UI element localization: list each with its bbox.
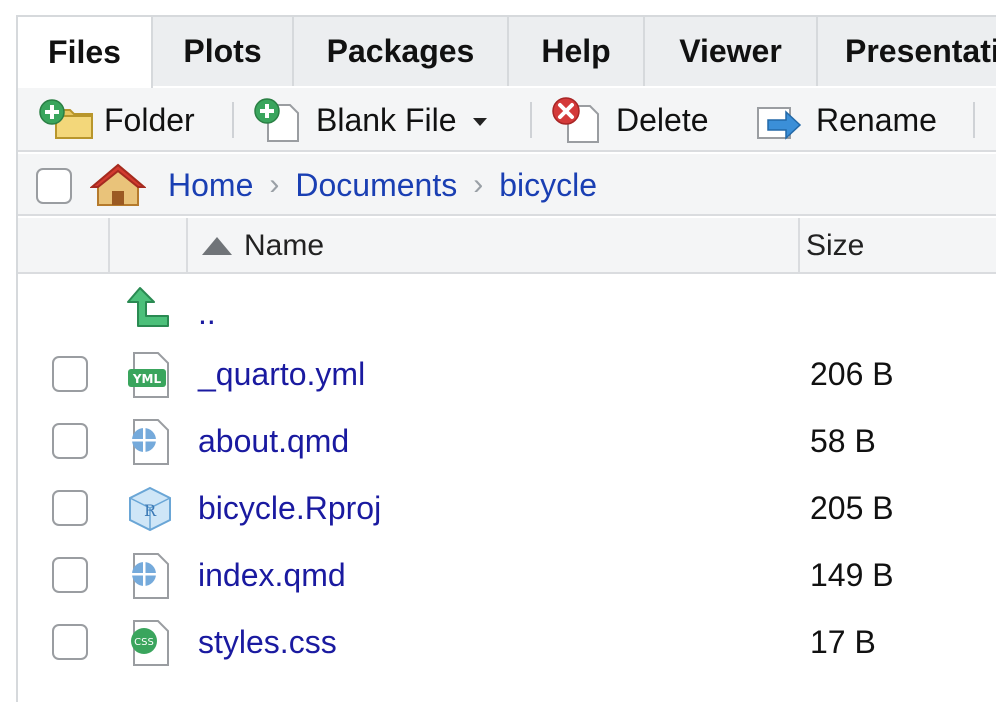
file-list-header: Name Size: [18, 218, 996, 274]
chevron-down-icon: [472, 118, 487, 126]
tab-bar: Files Plots Packages Help Viewer Present…: [18, 17, 996, 88]
file-checkbox[interactable]: [52, 356, 88, 392]
quarto-file-icon: [132, 553, 169, 599]
tab-viewer[interactable]: Viewer: [645, 17, 818, 86]
tab-presentation[interactable]: Presentation: [818, 17, 996, 86]
chevron-right-icon: ›: [269, 168, 280, 201]
breadcrumb-bar: Home › Documents › bicycle: [18, 154, 996, 216]
parent-directory-link[interactable]: ..: [198, 280, 216, 347]
home-icon[interactable]: [90, 161, 146, 209]
new-folder-icon: [39, 99, 93, 139]
file-size: 205 B: [810, 490, 894, 526]
column-header-name[interactable]: Name: [202, 218, 324, 274]
file-row[interactable]: about.qmd 58 B: [18, 408, 996, 475]
parent-directory-icon: [127, 287, 169, 327]
file-row[interactable]: YML _quarto.yml 206 B: [18, 341, 996, 408]
file-link[interactable]: bicycle.Rproj: [198, 475, 381, 542]
file-row[interactable]: index.qmd 149 B: [18, 542, 996, 609]
svg-text:R: R: [144, 501, 157, 520]
file-checkbox[interactable]: [52, 490, 88, 526]
file-link[interactable]: index.qmd: [198, 542, 346, 609]
column-divider: [186, 218, 188, 274]
files-toolbar: Folder Blank File Delete Rename: [18, 88, 996, 152]
file-size: 58 B: [810, 423, 876, 459]
toolbar-separator: [530, 102, 532, 138]
select-all-checkbox[interactable]: [36, 168, 72, 204]
file-row[interactable]: CSS styles.css 17 B: [18, 609, 996, 676]
file-row[interactable]: R bicycle.Rproj 205 B: [18, 475, 996, 542]
new-folder-button[interactable]: Folder: [38, 88, 195, 152]
tab-files[interactable]: Files: [18, 17, 153, 88]
file-checkbox[interactable]: [52, 624, 88, 660]
chevron-right-icon: ›: [473, 168, 484, 201]
column-divider: [798, 218, 800, 274]
delete-icon: [552, 97, 599, 143]
file-link[interactable]: about.qmd: [198, 408, 349, 475]
tab-help[interactable]: Help: [509, 17, 645, 86]
svg-text:CSS: CSS: [134, 637, 154, 648]
file-checkbox[interactable]: [52, 423, 88, 459]
rename-button[interactable]: Rename: [752, 88, 937, 152]
toolbar-separator: [232, 102, 234, 138]
column-divider: [108, 218, 110, 274]
rename-icon: [757, 107, 802, 140]
yml-file-icon: YML: [128, 352, 169, 398]
tab-packages[interactable]: Packages: [294, 17, 509, 86]
sort-ascending-icon: [202, 237, 232, 255]
file-size: 17 B: [810, 624, 876, 660]
tab-plots[interactable]: Plots: [153, 17, 294, 86]
rproj-file-icon: R: [129, 486, 171, 532]
parent-directory-row[interactable]: ..: [18, 274, 996, 341]
quarto-file-icon: [132, 419, 169, 465]
files-pane: Files Plots Packages Help Viewer Present…: [16, 15, 996, 702]
file-link[interactable]: styles.css: [198, 609, 337, 676]
breadcrumb: Home › Documents › bicycle: [168, 154, 597, 216]
breadcrumb-home[interactable]: Home: [168, 167, 253, 204]
file-size: 206 B: [810, 356, 894, 392]
column-header-size[interactable]: Size: [806, 218, 864, 274]
blank-file-button[interactable]: Blank File: [252, 88, 487, 152]
new-blank-file-icon: [254, 98, 299, 142]
css-file-icon: CSS: [131, 620, 169, 666]
file-link[interactable]: _quarto.yml: [198, 341, 365, 408]
delete-button[interactable]: Delete: [548, 88, 709, 152]
toolbar-separator: [973, 102, 975, 138]
breadcrumb-documents[interactable]: Documents: [295, 167, 457, 204]
file-size: 149 B: [810, 557, 894, 593]
file-checkbox[interactable]: [52, 557, 88, 593]
breadcrumb-bicycle[interactable]: bicycle: [499, 167, 597, 204]
svg-text:YML: YML: [132, 372, 162, 386]
